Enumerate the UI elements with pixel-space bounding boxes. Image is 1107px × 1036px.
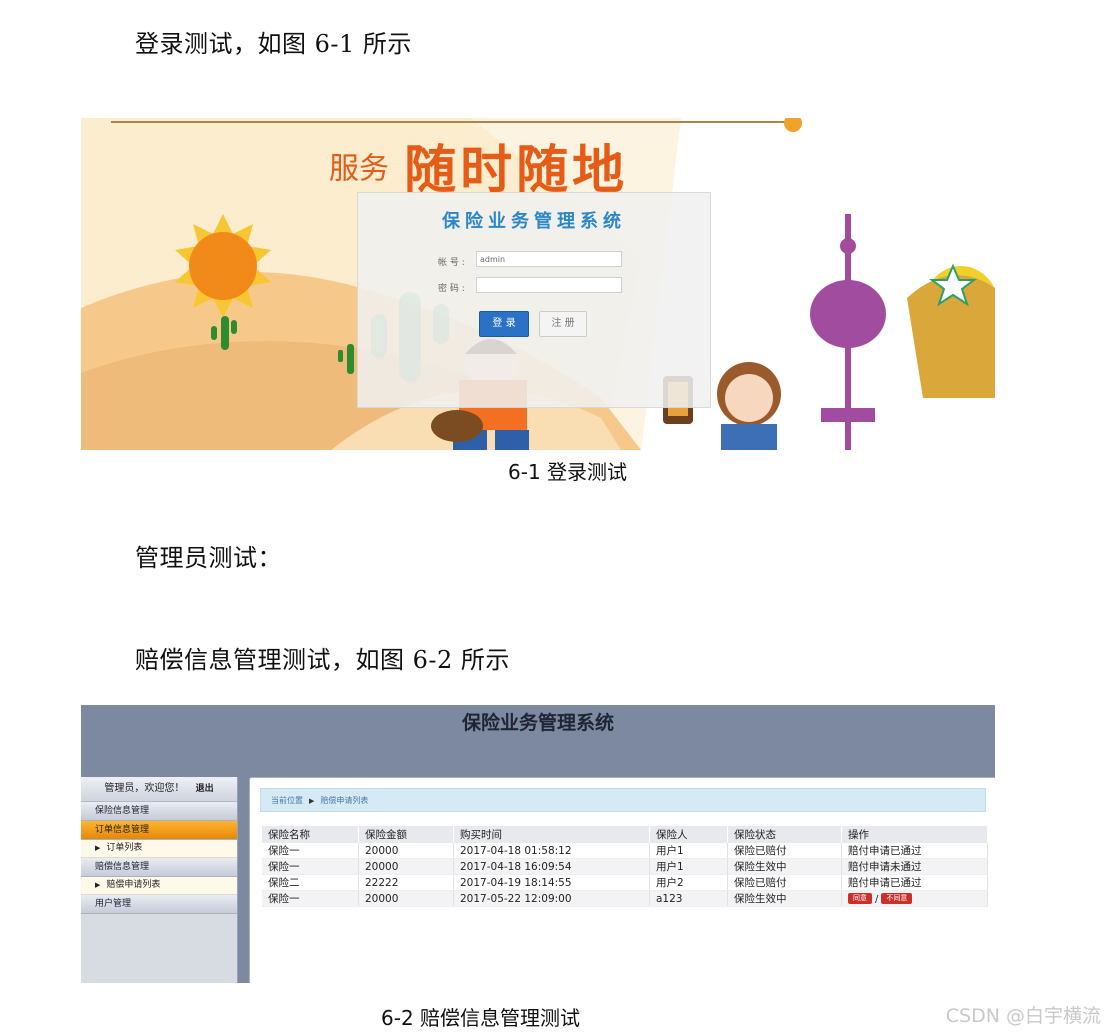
login-form: 保险业务管理系统 帐 号 : admin 密 码 : 登 录 注 册: [357, 192, 711, 408]
column-header: 保险名称: [262, 826, 359, 843]
table-cell: 赔付申请未通过: [841, 858, 988, 875]
admin-main-panel: 当前位置 ▶ 赔偿申请列表 保险名称 保险金额 购买时间 保险人 保险状态 操作 保…: [249, 777, 995, 983]
table-cell: 保险一: [262, 858, 359, 875]
sidebar-item-claim-info[interactable]: 赔偿信息管理: [81, 858, 237, 877]
table-cell: 用户1: [649, 858, 728, 875]
breadcrumb-page: 赔偿申请列表: [320, 796, 369, 805]
password-label: 密 码 :: [438, 284, 465, 294]
column-header: 保险状态: [727, 826, 842, 843]
admin-screenshot: 保险业务管理系统 管理员，欢迎您！ 退出 保险信息管理 订单信息管理 ▶ 订单列表…: [81, 705, 995, 983]
table-cell: 20000: [358, 858, 454, 875]
column-header: 保险人: [649, 826, 728, 843]
column-header: 购买时间: [453, 826, 650, 843]
table-cell: 保险已赔付: [727, 843, 842, 859]
sidebar-item-order-list[interactable]: ▶ 订单列表: [81, 840, 237, 858]
table-row: 保险一 20000 2017-04-18 16:09:54 用户1 保险生效中 …: [262, 858, 988, 875]
table-cell: 同意 / 不同意: [841, 890, 988, 907]
approve-button[interactable]: 同意: [848, 893, 872, 904]
password-input[interactable]: [476, 277, 622, 293]
table-cell: 赔付申请已通过: [841, 874, 988, 891]
login-button[interactable]: 登 录: [479, 311, 529, 337]
sidebar-item-order-info[interactable]: 订单信息管理: [81, 821, 237, 840]
admin-sidebar: 管理员，欢迎您！ 退出 保险信息管理 订单信息管理 ▶ 订单列表 赔偿信息管理 ▶…: [81, 777, 238, 983]
paragraph-claims-test: 赔偿信息管理测试，如图 6-2 所示: [135, 646, 510, 674]
sidebar-item-user-mgmt[interactable]: 用户管理: [81, 895, 237, 914]
table-cell: 保险一: [262, 843, 359, 859]
claims-table: 保险名称 保险金额 购买时间 保险人 保险状态 操作 保险一 20000 201…: [262, 826, 988, 907]
account-row: 帐 号 : admin: [438, 251, 622, 268]
triangle-right-icon: ▶: [95, 881, 101, 889]
sidebar-item-insurance-info[interactable]: 保险信息管理: [81, 802, 237, 821]
login-system-title: 保险业务管理系统: [442, 211, 626, 232]
table-cell: 2017-04-18 01:58:12: [453, 843, 650, 859]
figure-caption-6-1: 6-1 登录测试: [508, 460, 628, 484]
sidebar-item-order-list-label: 订单列表: [106, 843, 143, 853]
table-row: 保险一 20000 2017-05-22 12:09:00 a123 保险生效中…: [262, 890, 988, 907]
welcome-bar: 管理员，欢迎您！ 退出: [81, 777, 237, 802]
table-cell: 保险生效中: [727, 890, 842, 907]
watermark: CSDN @白宇横流: [945, 1005, 1101, 1027]
table-header-row: 保险名称 保险金额 购买时间 保险人 保险状态 操作: [262, 826, 988, 843]
welcome-text: 管理员，欢迎您！: [104, 783, 185, 794]
admin-system-title: 保险业务管理系统: [461, 712, 614, 734]
paragraph-admin-test: 管理员测试：: [135, 544, 282, 572]
account-label: 帐 号 :: [438, 258, 465, 268]
paragraph-login-test: 登录测试，如图 6-1 所示: [135, 30, 412, 58]
triangle-right-icon: ▶: [309, 797, 315, 805]
table-cell: 2017-04-18 16:09:54: [453, 858, 650, 875]
breadcrumb: 当前位置 ▶ 赔偿申请列表: [260, 788, 986, 812]
table-row: 保险二 22222 2017-04-19 18:14:55 用户2 保险已赔付 …: [262, 874, 988, 891]
reject-button[interactable]: 不同意: [881, 893, 913, 904]
table-cell: a123: [649, 890, 728, 907]
sidebar-item-claim-list-label: 赔偿申请列表: [106, 880, 161, 890]
table-cell: 20000: [358, 843, 454, 859]
account-input[interactable]: admin: [476, 251, 622, 267]
table-cell: 保险二: [262, 874, 359, 891]
table-cell: 2017-04-19 18:14:55: [453, 874, 650, 891]
breadcrumb-current[interactable]: 当前位置: [271, 796, 303, 805]
table-cell: 保险已赔付: [727, 874, 842, 891]
figure-caption-6-2: 6-2 赔偿信息管理测试: [381, 1006, 581, 1030]
table-cell: 20000: [358, 890, 454, 907]
column-header: 操作: [841, 826, 988, 843]
table-cell: 2017-05-22 12:09:00: [453, 890, 650, 907]
table-cell: 保险一: [262, 890, 359, 907]
separator: /: [875, 893, 879, 905]
table-cell: 22222: [358, 874, 454, 891]
table-cell: 赔付申请已通过: [841, 843, 988, 859]
triangle-right-icon: ▶: [95, 844, 101, 852]
logout-link[interactable]: 退出: [196, 784, 214, 794]
column-header: 保险金额: [358, 826, 454, 843]
register-button[interactable]: 注 册: [539, 311, 587, 337]
table-cell: 用户1: [649, 843, 728, 859]
sidebar-item-claim-list[interactable]: ▶ 赔偿申请列表: [81, 877, 237, 895]
banner-small-text: 服务: [329, 151, 389, 187]
table-cell: 用户2: [649, 874, 728, 891]
table-row: 保险一 20000 2017-04-18 01:58:12 用户1 保险已赔付 …: [262, 843, 988, 859]
password-row: 密 码 :: [438, 277, 622, 294]
login-screenshot: 服务 随时随地 保险业务管理系统 帐 号 : admin 密 码 : 登 录 注…: [81, 118, 995, 450]
table-cell: 保险生效中: [727, 858, 842, 875]
